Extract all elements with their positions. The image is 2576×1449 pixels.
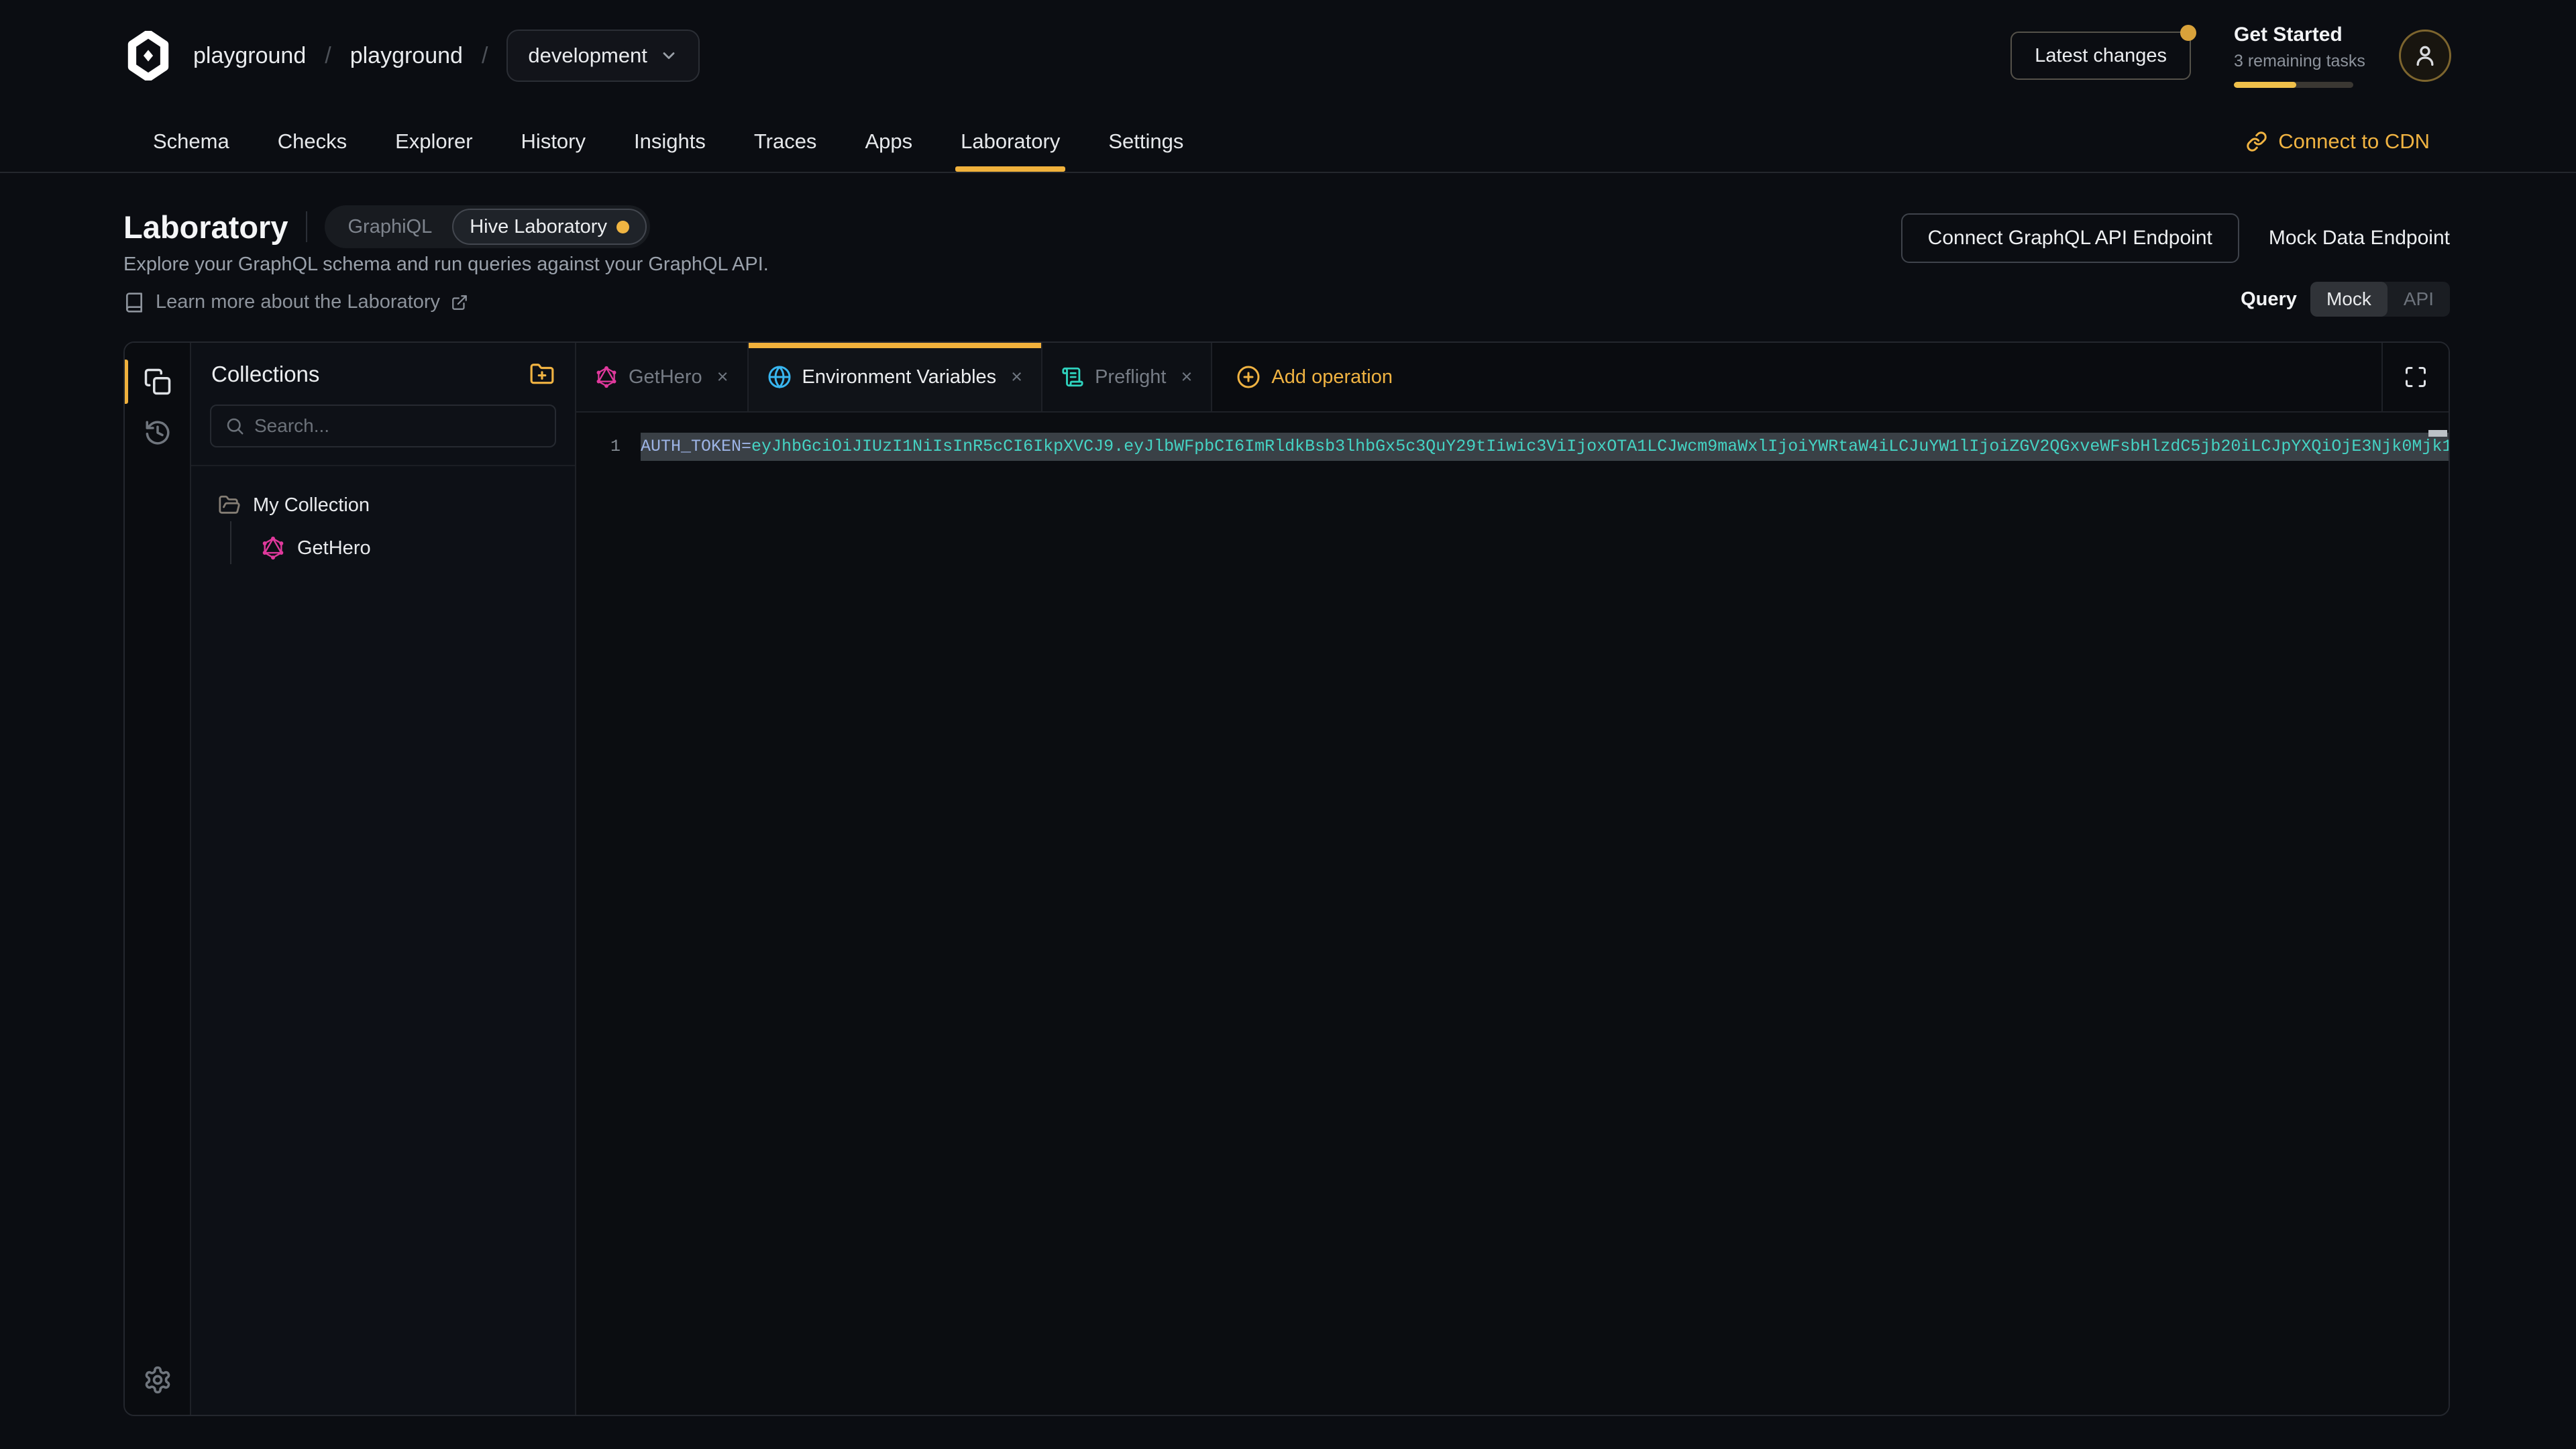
nav-tab-checks[interactable]: Checks <box>278 111 347 172</box>
endpoint-buttons: Connect GraphQL API Endpoint Mock Data E… <box>1901 213 2450 263</box>
person-icon <box>2412 42 2438 69</box>
get-started-subtitle: 3 remaining tasks <box>2234 52 2356 71</box>
gear-icon <box>143 1365 172 1395</box>
env-var-value: eyJhbGciOiJIUzI1NiIsInR5cCI6IkpXVCJ9.eyJ… <box>751 437 2449 456</box>
breadcrumb-separator: / <box>482 43 488 69</box>
page-title: Laboratory <box>123 209 288 246</box>
tree-folder-my-collection[interactable]: My Collection <box>191 484 575 527</box>
notification-dot <box>2180 25 2196 41</box>
history-icon <box>144 419 172 447</box>
active-tab-underline <box>955 166 1065 172</box>
rail-history-button[interactable] <box>125 407 190 458</box>
book-icon <box>123 292 145 313</box>
close-tab-icon[interactable]: × <box>1011 366 1022 388</box>
fullscreen-button[interactable] <box>2381 343 2449 411</box>
query-mode-row: Query Mock API <box>2241 282 2450 317</box>
breadcrumb: playground / playground / development <box>193 0 700 111</box>
get-started-title: Get Started <box>2234 23 2356 46</box>
breadcrumb-org[interactable]: playground <box>193 43 306 69</box>
plus-circle-icon <box>1236 365 1260 389</box>
collections-search[interactable] <box>210 405 556 447</box>
close-tab-icon[interactable]: × <box>1181 366 1192 388</box>
search-input[interactable] <box>254 415 541 437</box>
query-mode-api[interactable]: API <box>2387 282 2450 317</box>
query-mode-mock[interactable]: Mock <box>2310 282 2387 317</box>
env-var-name: AUTH_TOKEN= <box>641 437 751 456</box>
collections-tree: My Collection GetHero <box>191 466 575 570</box>
nav-tab-settings[interactable]: Settings <box>1108 111 1183 172</box>
tab-gethero[interactable]: GetHero × <box>576 343 749 411</box>
environment-variables-editor[interactable]: 1 AUTH_TOKEN=eyJhbGciOiJIUzI1NiIsInR5cCI… <box>576 413 2449 1415</box>
scrollbar-thumb[interactable] <box>2428 430 2447 437</box>
connect-graphql-endpoint-button[interactable]: Connect GraphQL API Endpoint <box>1901 213 2239 263</box>
link-icon <box>2246 131 2267 152</box>
nav-tab-explorer[interactable]: Explorer <box>395 111 472 172</box>
folder-open-icon <box>218 494 241 517</box>
collections-panel: Collections My Collection GetHero <box>191 343 576 1415</box>
learn-more-link[interactable]: Learn more about the Laboratory <box>123 291 468 313</box>
line-number: 1 <box>576 433 641 461</box>
query-mode-segmented-control: Mock API <box>2310 282 2450 317</box>
rail-active-indicator <box>125 360 128 404</box>
tab-preflight[interactable]: Preflight × <box>1042 343 1212 411</box>
breadcrumb-project[interactable]: playground <box>350 43 463 69</box>
target-selector-value: development <box>528 44 647 68</box>
latest-changes-label: Latest changes <box>2035 45 2167 67</box>
search-icon <box>225 416 245 436</box>
laboratory-mode-toggle: GraphiQL Hive Laboratory <box>325 205 650 248</box>
add-collection-folder-icon[interactable] <box>529 362 555 387</box>
nav-tab-history[interactable]: History <box>521 111 586 172</box>
latest-changes-button[interactable]: Latest changes <box>2010 32 2191 80</box>
mock-data-endpoint-button[interactable]: Mock Data Endpoint <box>2269 227 2450 250</box>
nav-tab-laboratory[interactable]: Laboratory <box>961 111 1060 172</box>
target-selector-dropdown[interactable]: development <box>506 30 700 82</box>
query-label: Query <box>2241 288 2297 311</box>
laboratory-panel: Collections My Collection GetHero GetHe <box>123 341 2450 1416</box>
add-operation-button[interactable]: Add operation <box>1212 343 1417 411</box>
get-started-progressbar <box>2234 82 2353 88</box>
mode-option-graphiql[interactable]: GraphiQL <box>328 209 453 245</box>
code-line-1: 1 AUTH_TOKEN=eyJhbGciOiJIUzI1NiIsInR5cCI… <box>576 433 2449 461</box>
chevron-down-icon <box>659 46 678 65</box>
graphql-icon <box>261 536 285 560</box>
settings-gear-button[interactable] <box>143 1365 172 1395</box>
get-started-progress-fill <box>2234 82 2296 88</box>
external-link-icon <box>451 294 468 311</box>
collections-icon <box>144 368 172 396</box>
tree-guide-line <box>230 521 231 564</box>
user-avatar[interactable] <box>2399 30 2451 82</box>
sidebar-icon-rail <box>125 343 191 1415</box>
selected-code-text: AUTH_TOKEN=eyJhbGciOiJIUzI1NiIsInR5cCI6I… <box>641 433 2449 461</box>
script-icon <box>1061 366 1084 388</box>
mode-option-hive-laboratory[interactable]: Hive Laboratory <box>452 209 647 245</box>
get-started-widget[interactable]: Get Started 3 remaining tasks <box>2234 23 2356 88</box>
nav-tab-schema[interactable]: Schema <box>153 111 229 172</box>
editor-column: GetHero × Environment Variables × Prefli… <box>576 343 2449 1415</box>
page-subtitle: Explore your GraphQL schema and run quer… <box>123 254 769 276</box>
nav-tab-insights[interactable]: Insights <box>634 111 706 172</box>
collections-title: Collections <box>211 362 319 387</box>
globe-icon <box>767 365 792 389</box>
operation-tabbar: GetHero × Environment Variables × Prefli… <box>576 343 2449 413</box>
nav-tab-apps[interactable]: Apps <box>865 111 912 172</box>
rail-collections-button[interactable] <box>125 356 190 407</box>
main-nav: Schema Checks Explorer History Insights … <box>0 111 2576 173</box>
nav-tab-traces[interactable]: Traces <box>754 111 817 172</box>
tab-environment-variables[interactable]: Environment Variables × <box>749 343 1043 411</box>
breadcrumb-separator: / <box>325 43 331 69</box>
graphql-icon <box>595 366 618 388</box>
page-title-row: Laboratory GraphiQL Hive Laboratory <box>123 205 650 248</box>
title-divider <box>306 211 307 242</box>
tree-operation-gethero[interactable]: GetHero <box>191 527 575 570</box>
new-feature-dot <box>616 221 629 233</box>
hive-logo-icon[interactable] <box>123 31 173 80</box>
close-tab-icon[interactable]: × <box>717 366 729 388</box>
connect-to-cdn-link[interactable]: Connect to CDN <box>2246 129 2430 154</box>
app-header: playground / playground / development La… <box>0 0 2576 111</box>
fullscreen-icon <box>2404 365 2428 389</box>
